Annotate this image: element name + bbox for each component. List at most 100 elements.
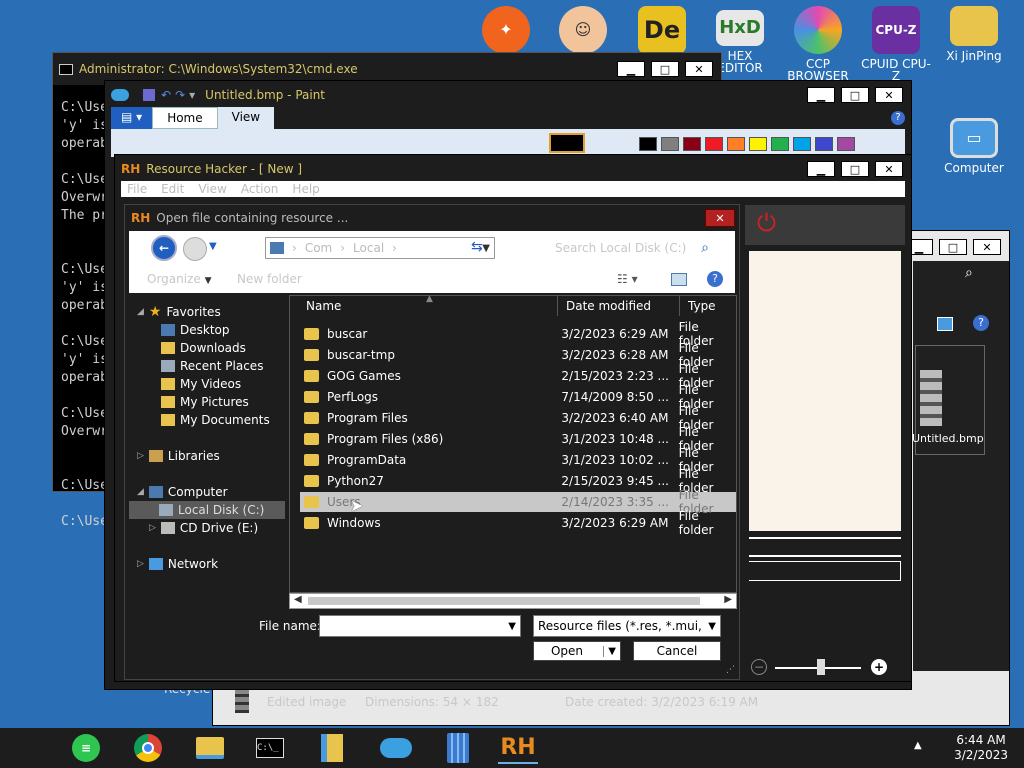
horizontal-scrollbar[interactable]: ◀ ▶ (289, 593, 737, 609)
zoom-in-icon[interactable]: + (871, 659, 887, 675)
palette-color-swatch[interactable] (837, 137, 855, 151)
open-file-dialog[interactable]: RH Open file containing resource ... ✕ ←… (124, 204, 740, 680)
palette-color-swatch[interactable] (749, 137, 767, 151)
file-row[interactable]: Program Files (x86) 3/1/2023 10:48 ... Fil… (300, 425, 736, 453)
nav-network[interactable]: ▷ Network (137, 555, 218, 573)
expand-icon[interactable]: ▷ (137, 559, 144, 569)
quick-access-dropdown-icon[interactable]: ▾ (189, 88, 195, 102)
history-dropdown-icon[interactable]: ▼ (209, 241, 217, 252)
tab-home[interactable]: Home (152, 107, 218, 129)
minimize-button[interactable]: ▁ (807, 87, 835, 103)
address-bar[interactable]: › Com › Local › ▼ (265, 237, 495, 259)
cancel-button[interactable]: Cancel (633, 641, 721, 661)
search-icon[interactable]: ⌕ (701, 240, 709, 256)
file-row[interactable]: ProgramData 3/1/2023 10:02 ... File folder (300, 446, 736, 474)
file-row[interactable]: Windows 3/2/2023 6:29 AM File folder (300, 509, 736, 537)
taskbar-calculator[interactable] (438, 732, 478, 764)
file-row[interactable]: buscar 3/2/2023 6:29 AM File folder (300, 320, 736, 348)
menu-file[interactable]: File (127, 182, 147, 196)
expand-icon[interactable]: ▷ (137, 451, 144, 461)
minimize-button[interactable]: ▁ (617, 61, 645, 77)
palette-color-swatch[interactable] (683, 137, 701, 151)
file-name-input[interactable]: ▼ (319, 615, 521, 637)
help-icon[interactable]: ? (891, 111, 905, 125)
taskbar-cmd[interactable]: C:\_ (250, 732, 290, 764)
maximize-button[interactable]: □ (841, 87, 869, 103)
rh-editor-panel[interactable] (749, 251, 901, 531)
file-row[interactable]: Program Files 3/2/2023 6:40 AM File folder (300, 404, 736, 432)
new-folder-button[interactable]: New folder (237, 272, 302, 286)
close-button[interactable]: ✕ (875, 87, 903, 103)
nav-local-disk[interactable]: Local Disk (C:) (129, 501, 285, 519)
menu-help[interactable]: Help (292, 182, 319, 196)
dialog-titlebar[interactable]: RH Open file containing resource ... (125, 205, 739, 231)
taskbar-explorer[interactable] (190, 732, 230, 764)
resize-grip-icon[interactable]: ⋰ (726, 665, 735, 675)
close-button[interactable]: ✕ (685, 61, 713, 77)
palette-color-swatch[interactable] (815, 137, 833, 151)
open-dropdown-icon[interactable]: ▼ (603, 645, 616, 657)
maximize-button[interactable]: □ (651, 61, 679, 77)
zoom-slider-thumb[interactable] (817, 659, 825, 675)
desktop-icon-de[interactable]: De (626, 6, 698, 58)
undo-icon[interactable]: ↶ (161, 88, 171, 102)
tab-view[interactable]: View (217, 107, 275, 129)
palette-color-swatch[interactable] (661, 137, 679, 151)
palette-color-swatch[interactable] (771, 137, 789, 151)
organize-button[interactable]: Organize ▼ (147, 272, 212, 286)
search-icon[interactable]: ⌕ (965, 265, 973, 281)
desktop-icon-ccp-browser[interactable]: CCP BROWSER (782, 6, 854, 82)
preview-pane-icon[interactable] (937, 317, 953, 331)
palette-color-swatch[interactable] (705, 137, 723, 151)
expand-icon[interactable]: ▷ (149, 523, 156, 533)
desktop-icon-xi-jinping[interactable]: Xi JinPing (938, 6, 1010, 62)
file-type-dropdown-icon[interactable]: ▼ (708, 621, 716, 632)
palette-color-swatch[interactable] (793, 137, 811, 151)
scroll-thumb[interactable] (308, 597, 700, 605)
nav-my-pictures[interactable]: My Pictures (161, 393, 249, 411)
nav-favorites[interactable]: ◢ ★ Favorites (137, 303, 221, 321)
file-type-select[interactable]: Resource files (*.res, *.mui, *. ▼ (533, 615, 721, 637)
nav-downloads[interactable]: Downloads (161, 339, 246, 357)
open-button[interactable]: Open ▼ (533, 641, 621, 661)
back-button[interactable]: ← (151, 235, 177, 261)
menu-view[interactable]: View (198, 182, 226, 196)
search-input[interactable]: Search Local Disk (C:) ⌕ (549, 237, 715, 259)
nav-my-documents[interactable]: My Documents (161, 411, 270, 429)
column-date-modified[interactable]: Date modified (562, 296, 680, 316)
desktop-icon-computer[interactable]: ▭ Computer (938, 118, 1010, 174)
file-name-dropdown-icon[interactable]: ▼ (508, 621, 516, 632)
help-icon[interactable]: ? (707, 271, 723, 287)
save-icon[interactable] (143, 89, 155, 101)
collapse-icon[interactable]: ◢ (137, 307, 144, 317)
palette-color-swatch[interactable] (639, 137, 657, 151)
primary-color-swatch[interactable] (549, 133, 585, 153)
breadcrumb-computer[interactable]: Com (305, 241, 332, 255)
system-clock[interactable]: 6:44 AM 3/2/2023 (954, 733, 1008, 763)
file-row[interactable]: GOG Games 2/15/2023 2:23 ... File folder (300, 362, 736, 390)
menu-action[interactable]: Action (241, 182, 279, 196)
paint-titlebar[interactable]: ↶ ↷ ▾ Untitled.bmp - Paint (105, 81, 911, 109)
help-icon[interactable]: ? (973, 315, 989, 331)
nav-computer[interactable]: ◢ Computer (137, 483, 228, 501)
refresh-button[interactable]: ⇆ (471, 239, 483, 255)
nav-my-videos[interactable]: My Videos (161, 375, 241, 393)
breadcrumb-local[interactable]: Local (353, 241, 384, 255)
redo-icon[interactable]: ↷ (175, 88, 185, 102)
taskbar-chrome[interactable] (128, 732, 168, 764)
desktop-icon-avast[interactable]: ✦ (470, 6, 542, 58)
scroll-left-icon[interactable]: ◀ (294, 594, 302, 605)
view-options-icon[interactable]: ☷ ▾ (617, 272, 638, 286)
show-hidden-icons-icon[interactable]: ▲ (914, 740, 922, 751)
column-type[interactable]: Type (684, 296, 738, 316)
palette-color-swatch[interactable] (727, 137, 745, 151)
file-row[interactable]: Python27 2/15/2023 9:45 ... File folder (300, 467, 736, 495)
file-row[interactable]: buscar-tmp 3/2/2023 6:28 AM File folder (300, 341, 736, 369)
maximize-button[interactable]: □ (841, 161, 869, 177)
file-row[interactable]: PerfLogs 7/14/2009 8:50 ... File folder (300, 383, 736, 411)
address-dropdown-icon[interactable]: ▼ (482, 243, 490, 254)
desktop-icon-cpu-z[interactable]: CPU-Z CPUID CPU-Z (860, 6, 932, 82)
forward-button[interactable] (183, 237, 207, 261)
taskbar-paint[interactable] (376, 732, 416, 764)
nav-cd-drive[interactable]: ▷ CD Drive (E:) (149, 519, 258, 537)
